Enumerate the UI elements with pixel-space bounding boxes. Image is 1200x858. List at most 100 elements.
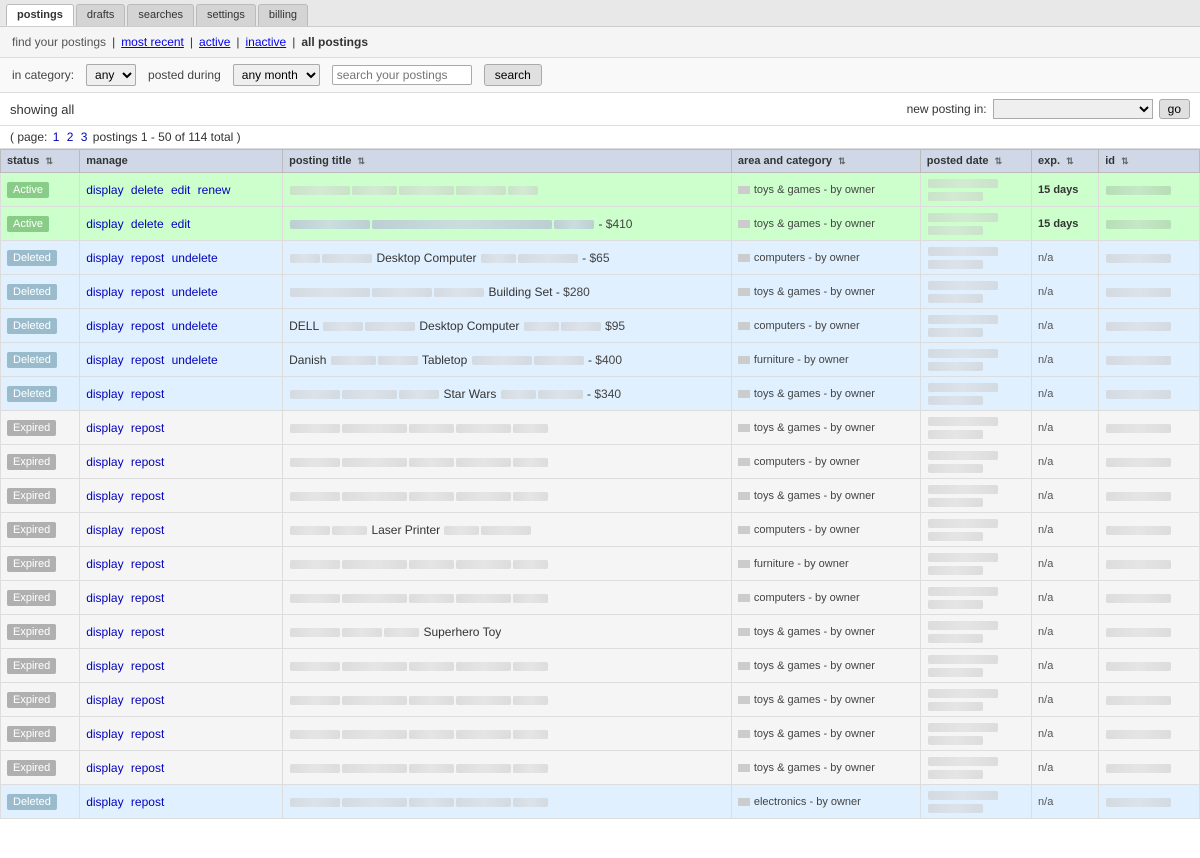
manage-repost[interactable]: repost xyxy=(131,727,164,741)
filter-most-recent[interactable]: most recent xyxy=(121,35,184,49)
manage-delete[interactable]: delete xyxy=(131,183,164,197)
manage-delete[interactable]: delete xyxy=(131,217,164,231)
flag-icon xyxy=(738,594,750,602)
manage-repost[interactable]: repost xyxy=(131,489,164,503)
manage-repost[interactable]: repost xyxy=(131,625,164,639)
header-area-category[interactable]: area and category ⇅ xyxy=(731,150,920,173)
manage-repost[interactable]: repost xyxy=(131,591,164,605)
manage-repost[interactable]: repost xyxy=(131,319,164,333)
flag-icon xyxy=(738,186,750,194)
header-posted-date[interactable]: posted date ⇅ xyxy=(920,150,1031,173)
area-cell: toys & games - by owner xyxy=(731,377,920,411)
flag-icon xyxy=(738,662,750,670)
header-id[interactable]: id ⇅ xyxy=(1099,150,1200,173)
id-cell xyxy=(1099,411,1200,445)
manage-display[interactable]: display xyxy=(86,659,123,673)
tab-billing[interactable]: billing xyxy=(258,4,308,26)
manage-edit[interactable]: edit xyxy=(171,183,190,197)
tab-drafts[interactable]: drafts xyxy=(76,4,126,26)
manage-repost[interactable]: repost xyxy=(131,353,164,367)
manage-display[interactable]: display xyxy=(86,727,123,741)
category-select[interactable]: any xyxy=(86,64,136,86)
id-cell xyxy=(1099,479,1200,513)
filter-inactive[interactable]: inactive xyxy=(246,35,287,49)
id-cell xyxy=(1099,241,1200,275)
id-cell xyxy=(1099,445,1200,479)
manage-repost[interactable]: repost xyxy=(131,761,164,775)
flag-icon xyxy=(738,696,750,704)
area-cell: toys & games - by owner xyxy=(731,751,920,785)
area-cell: computers - by owner xyxy=(731,309,920,343)
exp-cell: n/a xyxy=(1032,513,1099,547)
table-row: Active display delete edit renew toys & … xyxy=(1,173,1200,207)
page-1-link[interactable]: 1 xyxy=(53,130,60,144)
status-cell: Deleted xyxy=(1,309,80,343)
date-cell xyxy=(920,207,1031,241)
manage-repost[interactable]: repost xyxy=(131,795,164,809)
manage-display[interactable]: display xyxy=(86,523,123,537)
manage-display[interactable]: display xyxy=(86,319,123,333)
table-row: Deleted display repost Star Wars - $340 … xyxy=(1,377,1200,411)
manage-display[interactable]: display xyxy=(86,387,123,401)
manage-display[interactable]: display xyxy=(86,625,123,639)
manage-undelete[interactable]: undelete xyxy=(172,285,218,299)
date-cell xyxy=(920,275,1031,309)
page-2-link[interactable]: 2 xyxy=(67,130,74,144)
manage-display[interactable]: display xyxy=(86,557,123,571)
id-cell xyxy=(1099,581,1200,615)
manage-repost[interactable]: repost xyxy=(131,455,164,469)
manage-display[interactable]: display xyxy=(86,251,123,265)
area-cell: toys & games - by owner xyxy=(731,717,920,751)
go-button[interactable]: go xyxy=(1159,99,1190,119)
manage-repost[interactable]: repost xyxy=(131,421,164,435)
manage-undelete[interactable]: undelete xyxy=(172,353,218,367)
manage-repost[interactable]: repost xyxy=(131,659,164,673)
manage-display[interactable]: display xyxy=(86,353,123,367)
manage-edit[interactable]: edit xyxy=(171,217,190,231)
manage-display[interactable]: display xyxy=(86,761,123,775)
area-cell: toys & games - by owner xyxy=(731,479,920,513)
posted-during-select[interactable]: any month xyxy=(233,64,320,86)
tab-settings[interactable]: settings xyxy=(196,4,256,26)
manage-repost[interactable]: repost xyxy=(131,557,164,571)
id-cell xyxy=(1099,717,1200,751)
manage-renew[interactable]: renew xyxy=(198,183,231,197)
tab-postings[interactable]: postings xyxy=(6,4,74,26)
table-row: Deleted display repost undelete Danish T… xyxy=(1,343,1200,377)
manage-repost[interactable]: repost xyxy=(131,523,164,537)
id-cell xyxy=(1099,683,1200,717)
top-nav: postings drafts searches settings billin… xyxy=(0,0,1200,27)
manage-display[interactable]: display xyxy=(86,693,123,707)
manage-repost[interactable]: repost xyxy=(131,251,164,265)
table-row: Expired display repost computers - by ow… xyxy=(1,581,1200,615)
manage-display[interactable]: display xyxy=(86,489,123,503)
search-input[interactable] xyxy=(332,65,472,85)
header-exp[interactable]: exp. ⇅ xyxy=(1032,150,1099,173)
id-cell xyxy=(1099,207,1200,241)
manage-display[interactable]: display xyxy=(86,591,123,605)
manage-display[interactable]: display xyxy=(86,795,123,809)
manage-repost[interactable]: repost xyxy=(131,387,164,401)
header-manage: manage xyxy=(80,150,283,173)
manage-repost[interactable]: repost xyxy=(131,693,164,707)
manage-repost[interactable]: repost xyxy=(131,285,164,299)
filter-active[interactable]: active xyxy=(199,35,230,49)
manage-undelete[interactable]: undelete xyxy=(172,319,218,333)
category-label: in category: xyxy=(12,68,74,82)
manage-display[interactable]: display xyxy=(86,285,123,299)
flag-icon xyxy=(738,764,750,772)
header-posting-title[interactable]: posting title ⇅ xyxy=(283,150,732,173)
manage-display[interactable]: display xyxy=(86,183,123,197)
manage-display[interactable]: display xyxy=(86,455,123,469)
manage-display[interactable]: display xyxy=(86,421,123,435)
header-status[interactable]: status ⇅ xyxy=(1,150,80,173)
page-3-link[interactable]: 3 xyxy=(81,130,88,144)
search-button[interactable]: search xyxy=(484,64,542,86)
exp-cell: n/a xyxy=(1032,649,1099,683)
posting-title-cell xyxy=(283,173,732,207)
manage-display[interactable]: display xyxy=(86,217,123,231)
manage-undelete[interactable]: undelete xyxy=(172,251,218,265)
new-posting-select[interactable] xyxy=(993,99,1153,119)
manage-cell: display repost xyxy=(80,581,283,615)
tab-searches[interactable]: searches xyxy=(127,4,194,26)
